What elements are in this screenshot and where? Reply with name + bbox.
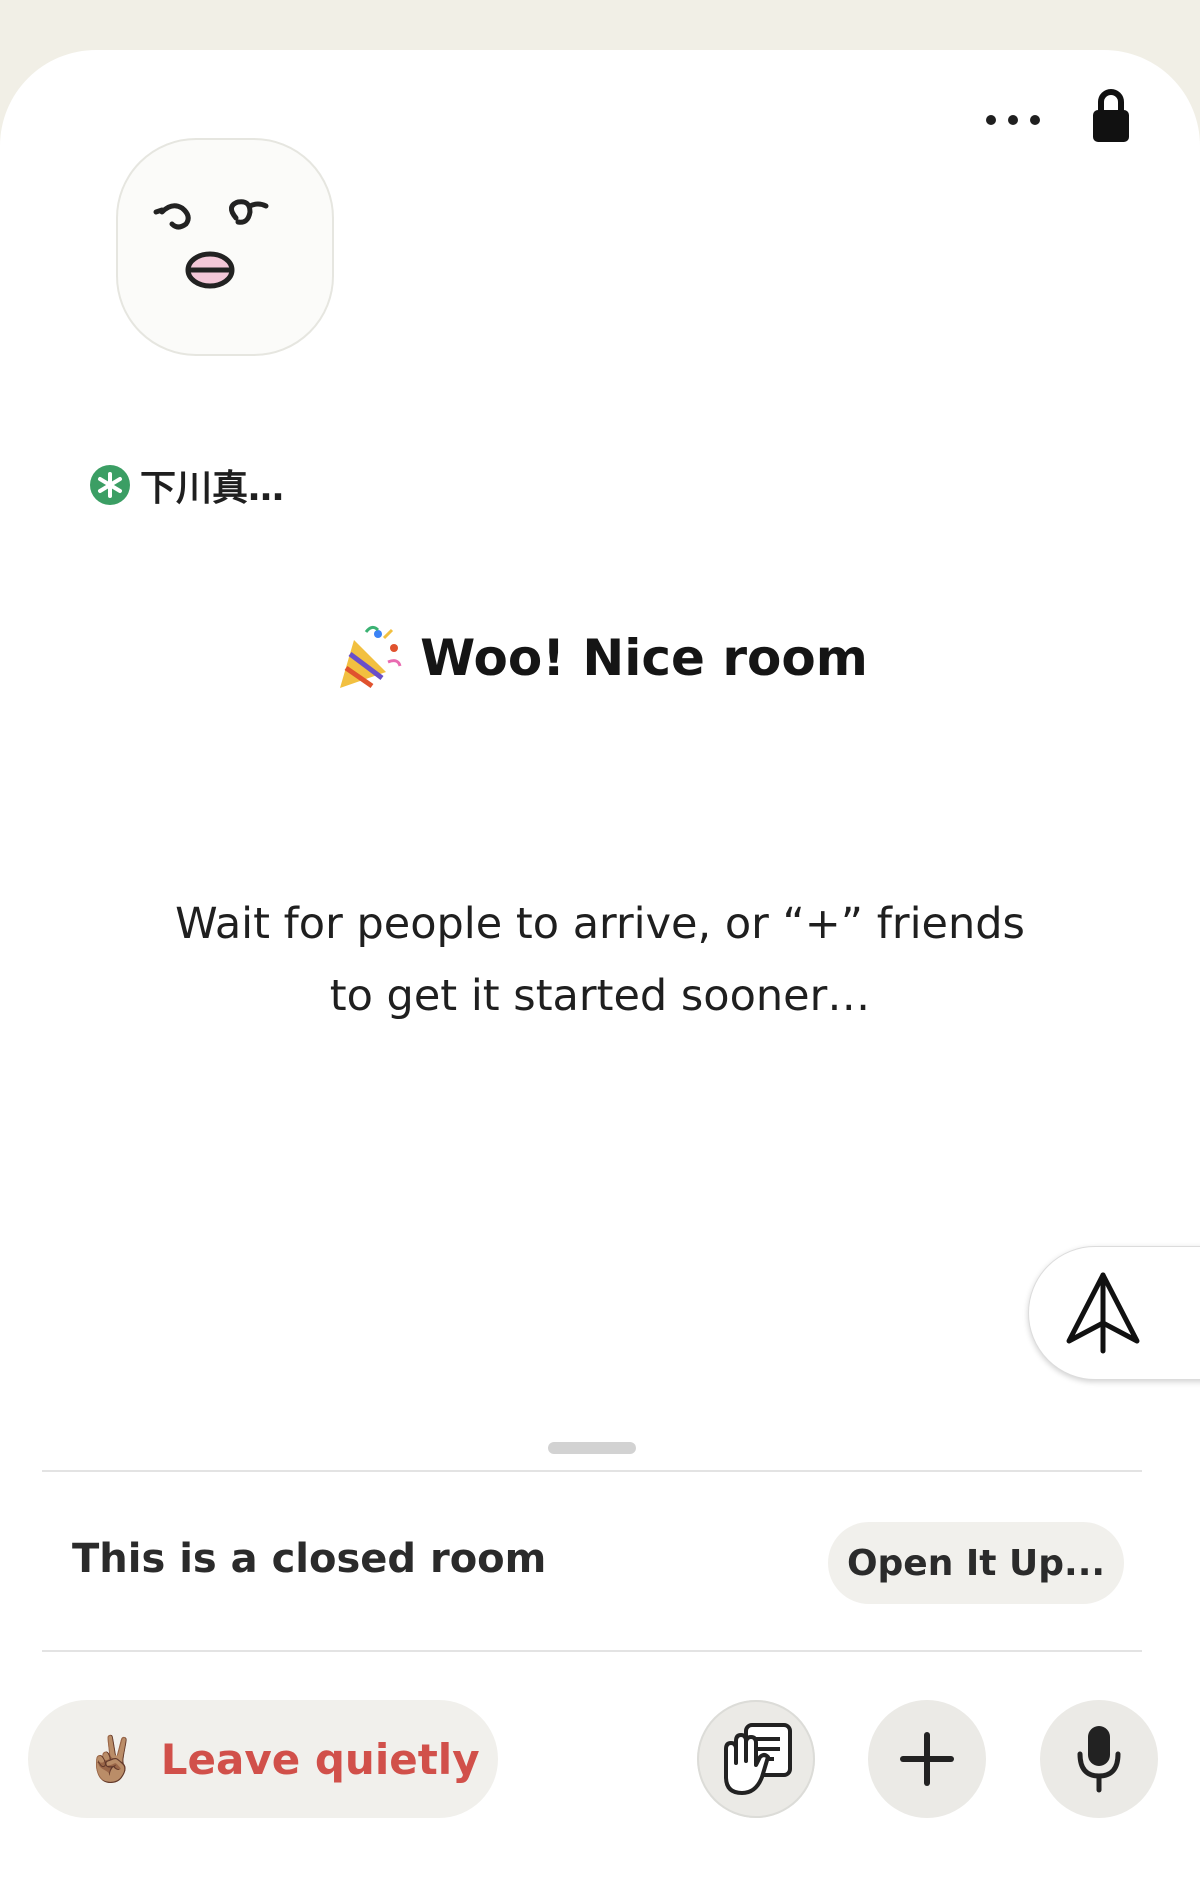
closed-room-row: This is a closed room Open It Up... bbox=[42, 1474, 1142, 1650]
more-options-button[interactable] bbox=[968, 102, 1058, 138]
dot bbox=[1030, 115, 1040, 125]
leave-quietly-button[interactable]: ✌🏽 Leave quietly bbox=[28, 1700, 498, 1818]
speaker-name-row: 下川真… bbox=[90, 460, 284, 510]
drag-handle[interactable] bbox=[548, 1442, 636, 1454]
room-sheet: 下川真… Woo! Nice room Wait for people to a… bbox=[0, 50, 1200, 1882]
speaker-name: 下川真… bbox=[140, 468, 285, 509]
lock-icon[interactable] bbox=[1086, 84, 1136, 148]
leave-quietly-label: Leave quietly bbox=[160, 1734, 480, 1784]
add-friends-button[interactable] bbox=[868, 1700, 986, 1818]
raise-hand-icon bbox=[724, 1723, 792, 1795]
welcome-subtitle: Wait for people to arrive, or “+” friend… bbox=[100, 888, 1100, 1032]
peace-hand-icon: ✌🏽 bbox=[84, 1734, 139, 1785]
divider bbox=[42, 1470, 1142, 1472]
share-room-button[interactable] bbox=[1028, 1246, 1200, 1380]
share-arrow-icon bbox=[1066, 1272, 1140, 1354]
welcome-title: Woo! Nice room bbox=[420, 629, 868, 687]
welcome-heading: Woo! Nice room bbox=[0, 622, 1200, 694]
mic-icon bbox=[1077, 1726, 1121, 1793]
party-popper-icon bbox=[340, 625, 402, 689]
subtitle-line: to get it started sooner… bbox=[329, 971, 871, 1021]
open-it-up-button[interactable]: Open It Up... bbox=[828, 1522, 1124, 1604]
closed-room-label: This is a closed room bbox=[72, 1536, 547, 1582]
microphone-button[interactable] bbox=[1040, 1700, 1158, 1818]
new-user-badge-icon bbox=[90, 465, 130, 505]
avatar bbox=[116, 138, 334, 356]
subtitle-line: Wait for people to arrive, or “+” friend… bbox=[175, 899, 1025, 949]
plus-icon bbox=[900, 1732, 954, 1786]
dot bbox=[1008, 115, 1018, 125]
face-drawing-icon bbox=[153, 199, 269, 289]
dot bbox=[986, 115, 996, 125]
raise-hand-button[interactable] bbox=[697, 1700, 815, 1818]
divider bbox=[42, 1650, 1142, 1652]
